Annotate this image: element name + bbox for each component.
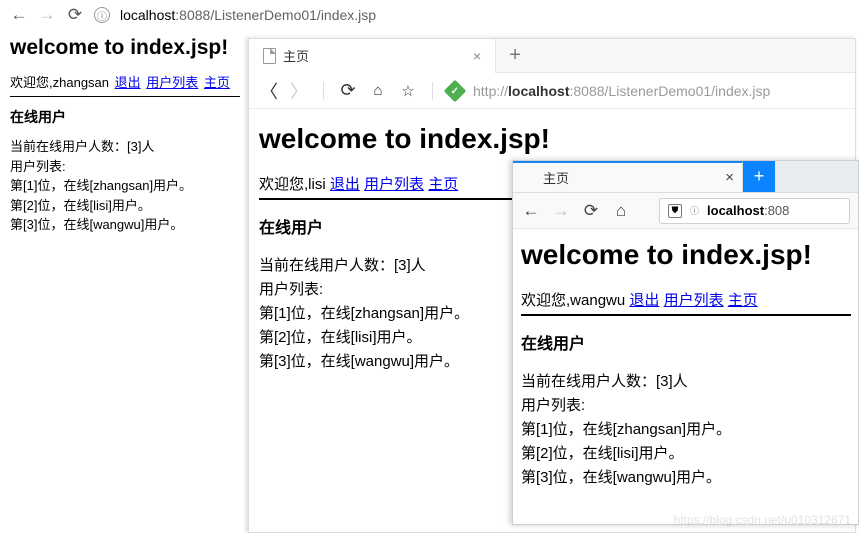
browser-window-3: 主页 × + ← → ⟳ ⌂ ⛊ ⓘ localhost:808 welcome…	[512, 160, 859, 525]
url-port: :808	[764, 203, 789, 218]
page-icon	[263, 48, 276, 64]
reload-icon[interactable]: ⟳	[338, 80, 358, 101]
close-tab-icon[interactable]: ×	[473, 48, 481, 64]
user-row: 第[1]位，在线[zhangsan]用户。	[521, 418, 850, 442]
url-host: localhost	[120, 7, 175, 23]
greet-user: wangwu	[570, 292, 625, 309]
user-row: 第[2]位，在线[lisi]用户。	[521, 442, 850, 466]
tab-title: 主页	[543, 168, 569, 187]
address-bar-3[interactable]: ⛊ ⓘ localhost:808	[659, 198, 850, 224]
userlist-link[interactable]: 用户列表	[664, 292, 724, 309]
browser-nav-3: ← → ⟳ ⌂ ⛊ ⓘ localhost:808	[513, 193, 858, 229]
home-icon[interactable]: ⌂	[611, 201, 631, 221]
online-users-heading: 在线用户	[521, 330, 850, 354]
back-icon[interactable]: ←	[521, 201, 541, 221]
site-info-icon[interactable]: ⓘ	[94, 7, 110, 23]
greet-prefix: 欢迎您,	[10, 75, 53, 90]
tab-strip-3: 主页 × +	[513, 161, 858, 193]
user-row: 第[3]位，在线[wangwu]用户。	[521, 466, 850, 490]
shield-icon[interactable]: ⛊	[668, 204, 682, 218]
greet-prefix: 欢迎您,	[259, 176, 308, 193]
tab-active[interactable]: 主页 ×	[513, 161, 743, 192]
new-tab-button[interactable]: +	[743, 161, 775, 192]
logout-link[interactable]: 退出	[115, 75, 141, 90]
forward-icon[interactable]: →	[551, 201, 571, 221]
home-icon[interactable]: ⌂	[368, 82, 388, 99]
separator	[259, 198, 514, 200]
home-link[interactable]: 主页	[728, 292, 758, 309]
url-scheme: http://	[473, 83, 508, 99]
greet-user: zhangsan	[53, 75, 109, 90]
url-host: localhost	[508, 83, 569, 99]
site-info-icon[interactable]: ⓘ	[690, 204, 699, 217]
watermark: https://blog.csdn.net/u010312671	[674, 513, 851, 527]
address-bar[interactable]: localhost:8088/ListenerDemo01/index.jsp	[120, 7, 376, 23]
reload-icon[interactable]: ⟳	[66, 5, 84, 25]
tab-title: 主页	[283, 46, 309, 65]
userlist-link[interactable]: 用户列表	[146, 75, 198, 90]
tab-active[interactable]: 主页 ×	[249, 39, 496, 73]
logout-link[interactable]: 退出	[629, 292, 659, 309]
address-bar-2[interactable]: http://localhost:8088/ListenerDemo01/ind…	[473, 83, 770, 99]
nav-separator	[432, 82, 433, 100]
userlist-link[interactable]: 用户列表	[364, 176, 424, 193]
reload-icon[interactable]: ⟳	[581, 201, 601, 221]
close-tab-icon[interactable]: ×	[725, 169, 734, 186]
user-list-header: 用户列表:	[521, 394, 850, 418]
forward-icon[interactable]: →	[38, 5, 56, 25]
url-port: :8088	[175, 7, 210, 23]
online-count: 当前在线用户人数：[3]人	[521, 370, 850, 394]
greet-prefix: 欢迎您,	[521, 292, 570, 309]
greet-user: lisi	[308, 176, 326, 193]
greeting-line: 欢迎您,wangwu 退出 用户列表 主页	[521, 289, 850, 310]
separator	[10, 96, 240, 97]
back-icon[interactable]: ←	[10, 5, 28, 25]
browser-toolbar: ← → ⟳ ⓘ localhost:8088/ListenerDemo01/in…	[0, 0, 859, 30]
home-link[interactable]: 主页	[428, 176, 458, 193]
url-path: /ListenerDemo01/index.jsp	[605, 83, 771, 99]
secure-badge-icon[interactable]: ✓	[444, 79, 467, 102]
separator	[521, 314, 851, 316]
new-tab-button[interactable]: +	[496, 44, 534, 67]
url-host: localhost	[707, 203, 764, 218]
tab-strip: 主页 × +	[249, 39, 855, 73]
favorite-icon[interactable]: ☆	[398, 82, 418, 100]
url-port: :8088	[570, 83, 605, 99]
nav-separator	[323, 82, 324, 100]
browser-nav-2: 〈 〉 ⟳ ⌂ ☆ ✓ http://localhost:8088/Listen…	[249, 73, 855, 109]
logout-link[interactable]: 退出	[330, 176, 360, 193]
home-link[interactable]: 主页	[204, 75, 230, 90]
page-title: welcome to index.jsp!	[259, 123, 845, 155]
back-icon[interactable]: 〈	[259, 78, 279, 104]
url-path: /ListenerDemo01/index.jsp	[210, 7, 376, 23]
online-users-body: 当前在线用户人数：[3]人 用户列表: 第[1]位，在线[zhangsan]用户…	[521, 370, 850, 490]
forward-icon[interactable]: 〉	[289, 78, 309, 104]
url-text: localhost:808	[707, 203, 789, 218]
page-title: welcome to index.jsp!	[521, 239, 850, 271]
page-content-3: welcome to index.jsp! 欢迎您,wangwu 退出 用户列表…	[513, 229, 858, 500]
